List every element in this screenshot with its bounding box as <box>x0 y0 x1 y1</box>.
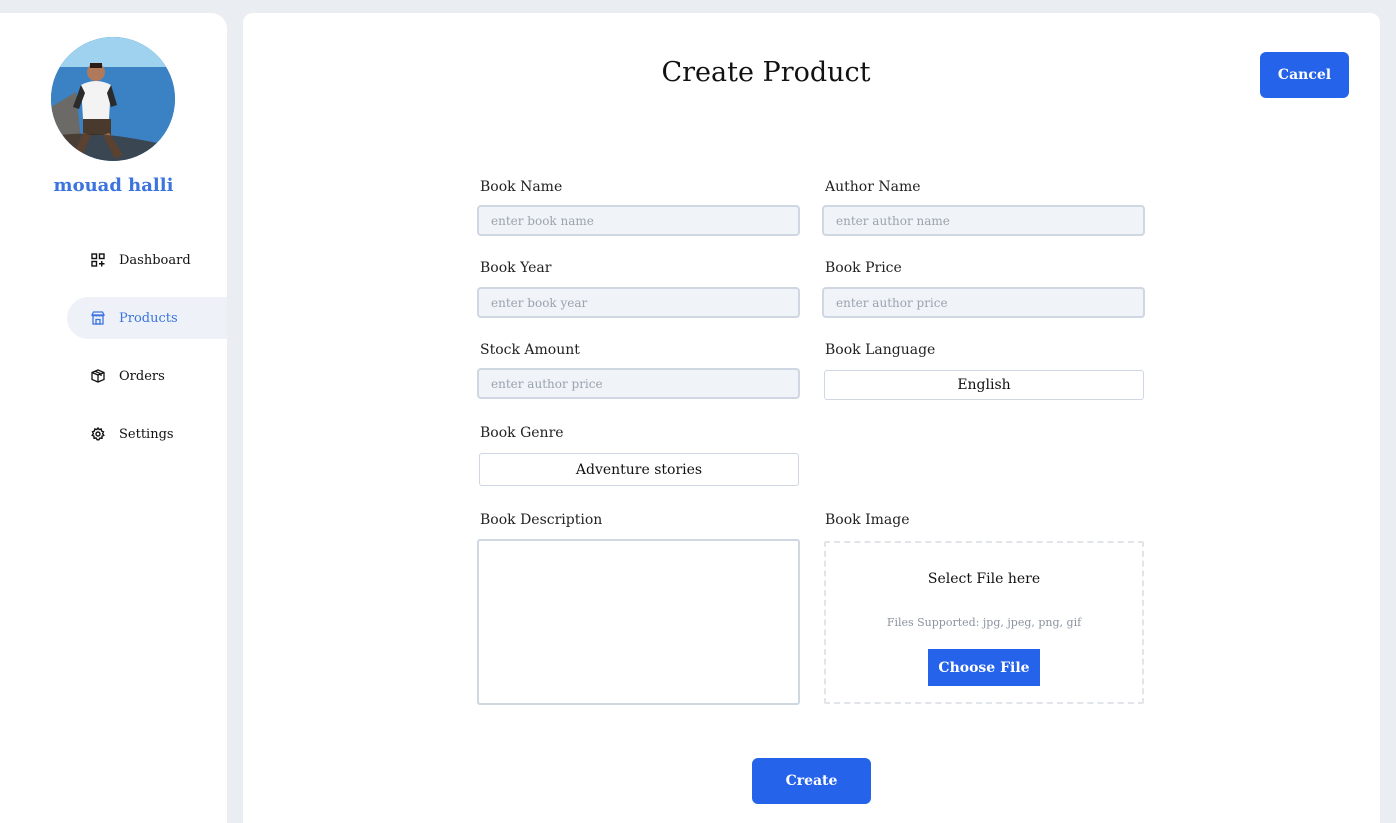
dashboard-icon <box>91 253 105 267</box>
sidebar-item-label: Orders <box>119 368 165 384</box>
cancel-button[interactable]: Cancel <box>1260 52 1349 98</box>
sidebar-item-label: Settings <box>119 426 174 442</box>
dropzone-title: Select File here <box>927 571 1041 587</box>
stock-amount-input[interactable] <box>477 368 800 399</box>
book-price-input[interactable] <box>822 287 1145 318</box>
sidebar-item-dashboard[interactable]: Dashboard <box>67 239 227 281</box>
book-language-select[interactable]: English <box>824 370 1144 400</box>
author-name-label: Author Name <box>825 179 921 195</box>
sidebar-item-settings[interactable]: Settings <box>67 413 227 455</box>
book-image-label: Book Image <box>825 512 910 528</box>
book-description-label: Book Description <box>480 512 603 528</box>
sidebar-item-orders[interactable]: Orders <box>67 355 227 397</box>
book-language-label: Book Language <box>825 342 936 358</box>
book-genre-label: Book Genre <box>480 425 564 441</box>
sidebar-item-products[interactable]: Products <box>67 297 227 339</box>
page-title: Create Product <box>661 57 871 88</box>
book-year-label: Book Year <box>480 260 552 276</box>
book-name-label: Book Name <box>480 179 563 195</box>
book-description-textarea[interactable] <box>477 539 800 705</box>
supported-formats-text: Files Supported: jpg, jpeg, png, gif <box>886 616 1082 629</box>
sidebar-item-label: Dashboard <box>119 252 191 268</box>
avatar[interactable] <box>51 37 175 161</box>
main-panel: Create Product Cancel Book Name Author N… <box>243 13 1380 823</box>
store-icon <box>91 311 105 325</box>
book-price-label: Book Price <box>825 260 902 276</box>
file-dropzone[interactable]: Select File here Files Supported: jpg, j… <box>824 541 1144 704</box>
create-button[interactable]: Create <box>752 758 871 804</box>
stock-amount-label: Stock Amount <box>480 342 580 358</box>
book-year-input[interactable] <box>477 287 800 318</box>
gear-icon <box>91 427 105 441</box>
author-name-input[interactable] <box>822 205 1145 236</box>
book-genre-select[interactable]: Adventure stories <box>479 453 799 486</box>
book-name-input[interactable] <box>477 205 800 236</box>
sidebar-item-label: Products <box>119 310 178 326</box>
box-icon <box>91 369 105 383</box>
sidebar: mouad halli Dashboard Products Orders Se… <box>0 13 227 823</box>
username: mouad halli <box>53 175 174 196</box>
choose-file-button[interactable]: Choose File <box>928 649 1040 686</box>
